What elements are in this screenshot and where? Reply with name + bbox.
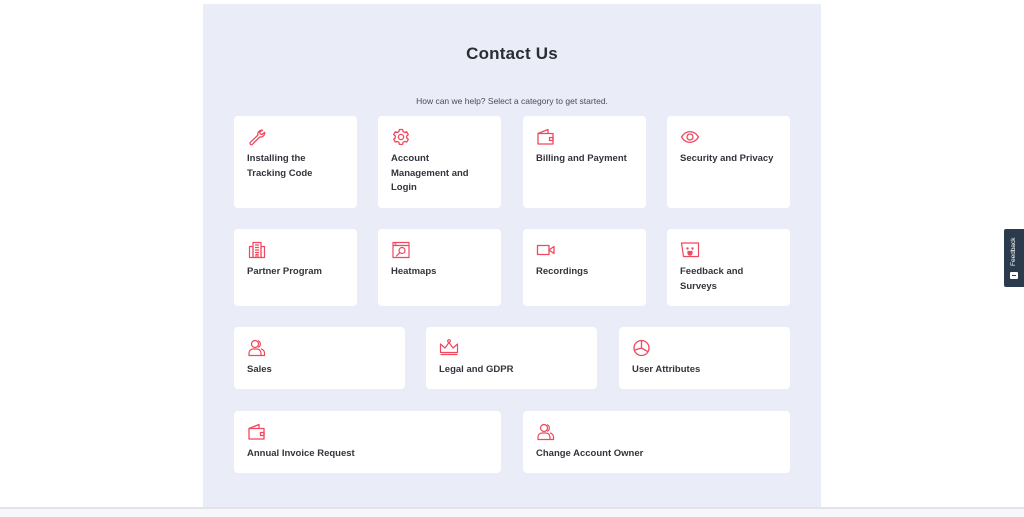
category-card-user-attributes[interactable]: User Attributes [619, 327, 790, 389]
building-icon [247, 241, 267, 259]
feedback-tab-label: Feedback [1010, 237, 1017, 267]
category-label: Change Account Owner [536, 448, 644, 459]
category-card-change-account-owner[interactable]: Change Account Owner [523, 411, 790, 473]
category-label: Security and Privacy [680, 153, 774, 164]
category-card-partner-program[interactable]: Partner Program [234, 229, 357, 306]
wallet-icon [247, 423, 267, 441]
gear-icon [391, 128, 411, 146]
pie-chart-icon [632, 339, 652, 357]
category-label: Partner Program [247, 266, 322, 277]
category-label: Billing and Payment [536, 153, 627, 164]
category-label: Heatmaps [391, 266, 437, 277]
page-subtitle: How can we help? Select a category to ge… [416, 96, 608, 106]
category-card-billing-payment[interactable]: Billing and Payment [523, 116, 646, 208]
wallet-icon [536, 128, 556, 146]
category-label: User Attributes [632, 364, 701, 375]
feedback-tab-button[interactable]: Feedback [1004, 229, 1024, 287]
eye-icon [680, 128, 700, 146]
category-label: Recordings [536, 266, 589, 277]
video-camera-icon [536, 241, 556, 259]
feedback-envelope-icon [1010, 272, 1018, 279]
crown-icon [439, 339, 459, 357]
category-label: Legal and GDPR [439, 364, 514, 375]
feedback-face-icon [680, 241, 700, 259]
contact-panel: Contact Us How can we help? Select a cat… [203, 4, 821, 508]
users-icon [247, 339, 267, 357]
category-label: Account Management and Login [391, 153, 469, 193]
users-icon [536, 423, 556, 441]
category-card-annual-invoice-request[interactable]: Annual Invoice Request [234, 411, 501, 473]
wrench-icon [247, 128, 267, 146]
category-label: Sales [247, 364, 272, 375]
page-footer-strip [0, 509, 1024, 517]
category-card-heatmaps[interactable]: Heatmaps [378, 229, 501, 306]
category-card-recordings[interactable]: Recordings [523, 229, 646, 306]
heatmap-search-icon [391, 241, 411, 259]
category-card-security-privacy[interactable]: Security and Privacy [667, 116, 790, 208]
category-label: Feedback and Surveys [680, 266, 744, 292]
page-title: Contact Us [466, 44, 558, 63]
category-card-account-management[interactable]: Account Management and Login [378, 116, 501, 208]
category-card-feedback-surveys[interactable]: Feedback and Surveys [667, 229, 790, 306]
category-card-installing-tracking-code[interactable]: Installing the Tracking Code [234, 116, 357, 208]
category-card-sales[interactable]: Sales [234, 327, 405, 389]
category-card-legal-gdpr[interactable]: Legal and GDPR [426, 327, 597, 389]
category-label: Installing the Tracking Code [247, 153, 313, 179]
category-label: Annual Invoice Request [247, 448, 355, 459]
